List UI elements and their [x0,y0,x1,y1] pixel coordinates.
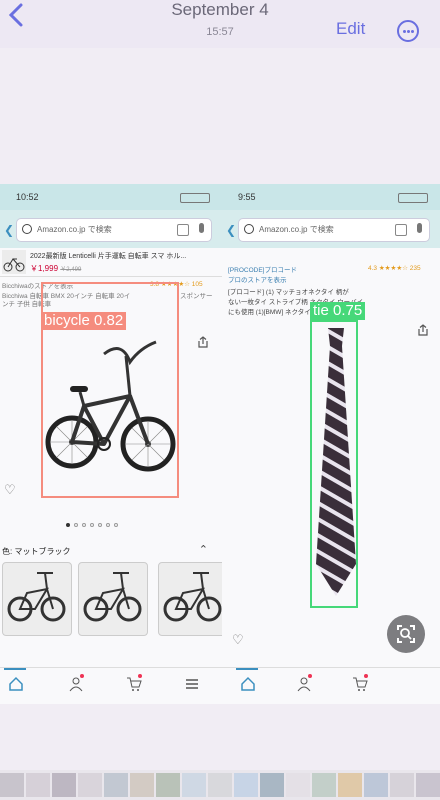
thumbnail[interactable] [104,773,128,797]
rating[interactable]: 4.3 ★★★★☆ 235 [368,264,421,272]
thumbnail[interactable] [208,773,232,797]
back-chevron-icon[interactable]: ❮ [226,223,236,237]
share-icon[interactable] [198,336,208,348]
thumbnail[interactable] [260,773,284,797]
tab-indicator [4,668,26,670]
thumbnail[interactable] [390,773,414,797]
heart-icon[interactable]: ♡ [232,632,244,648]
tab-bar [222,667,440,704]
back-chevron-icon[interactable]: ❮ [4,223,14,237]
notification-dot [138,674,142,678]
thumbnail[interactable] [78,773,102,797]
search-bar: ❮ Amazon.co.jp で検索 [0,210,222,248]
sponsored-label: スポンサー [180,293,213,300]
variant-option[interactable] [78,562,148,636]
visual-lookup-icon[interactable] [387,615,425,653]
product-description-3: にも使用 (1)[BMW] ネクタイ [228,309,311,316]
home-icon[interactable] [8,676,24,692]
mic-icon[interactable] [199,223,204,233]
cart-icon[interactable] [126,676,142,692]
tie-detection-label: tie 0.75 [310,302,366,320]
brand-link[interactable]: [PROCODE]プロコード [228,264,297,274]
store-link[interactable]: プロのストアを表示 [228,274,287,284]
battery-icon [398,193,428,203]
price-current: ￥1,999 [30,264,59,273]
search-input[interactable]: Amazon.co.jp で検索 [238,218,430,242]
thumbnail[interactable] [156,773,180,797]
bicycle-detection-label: bicycle 0.82 [41,312,127,330]
search-icon [244,224,254,234]
search-input[interactable]: Amazon.co.jp で検索 [16,218,212,242]
search-icon [22,224,32,234]
more-ellipsis-icon[interactable] [397,20,419,42]
color-label: 色: マットブラック [2,547,71,556]
thumbnail[interactable] [130,773,154,797]
thumbnail[interactable] [52,773,76,797]
product-price: ￥1,999 ￥2,499 [30,263,81,274]
camera-icon[interactable] [395,224,407,236]
battery-icon [180,193,210,203]
status-bar: 10:52 [0,184,222,210]
thumbnail[interactable] [286,773,310,797]
notification-dot [308,674,312,678]
notification-dot [364,674,368,678]
home-icon[interactable] [240,676,256,692]
search-placeholder: Amazon.co.jp で検索 [37,225,112,234]
thumbnail[interactable] [312,773,336,797]
product-description: [プロコード] (1) マッチョオネクタイ 柄が [228,289,349,296]
photo-time: 15:57 [206,26,234,38]
status-time: 9:55 [238,192,256,202]
thumbnail[interactable] [182,773,206,797]
sponsored-product-row[interactable]: 2022最新版 Lenticelli 片手運転 自転車 スマ ホル... ￥1,… [0,248,222,277]
account-icon[interactable] [68,676,84,692]
photo-top-bar: September 4 15:57 Edit [0,0,440,48]
product-thumbnail [2,250,26,274]
share-icon[interactable] [418,324,428,336]
camera-icon[interactable] [177,224,189,236]
color-selector[interactable]: 色: マットブラック ⌃ [0,544,222,560]
tab-bar [0,667,222,704]
tab-indicator [236,668,258,670]
thumbnail[interactable] [26,773,50,797]
price-old: ￥2,499 [60,267,82,273]
status-bar: 9:55 [222,184,440,210]
product-title: 2022最新版 Lenticelli 片手運転 自転車 スマ ホル... [30,253,187,260]
thumbnail[interactable] [416,773,440,797]
photo-date-title: September 4 [171,0,269,19]
heart-icon[interactable]: ♡ [4,482,16,498]
thumbnail[interactable] [364,773,388,797]
chevron-up-icon[interactable]: ⌃ [199,543,208,556]
mic-icon[interactable] [417,223,422,233]
variant-option[interactable] [2,562,72,636]
notification-dot [80,674,84,678]
thumbnail[interactable] [0,773,24,797]
tie-detection-box [310,320,358,608]
search-bar: ❮ Amazon.co.jp で検索 [222,210,440,248]
variant-option[interactable] [158,562,222,636]
account-icon[interactable] [296,676,312,692]
menu-icon[interactable] [184,676,200,692]
image-pager-dots[interactable] [66,514,122,527]
search-placeholder: Amazon.co.jp で検索 [259,225,334,234]
thumbnail[interactable] [338,773,362,797]
thumbnail[interactable] [234,773,258,797]
cart-icon[interactable] [352,676,368,692]
edit-button[interactable]: Edit [336,19,365,39]
status-time: 10:52 [16,192,39,202]
thumbnail-strip[interactable] [0,770,440,800]
